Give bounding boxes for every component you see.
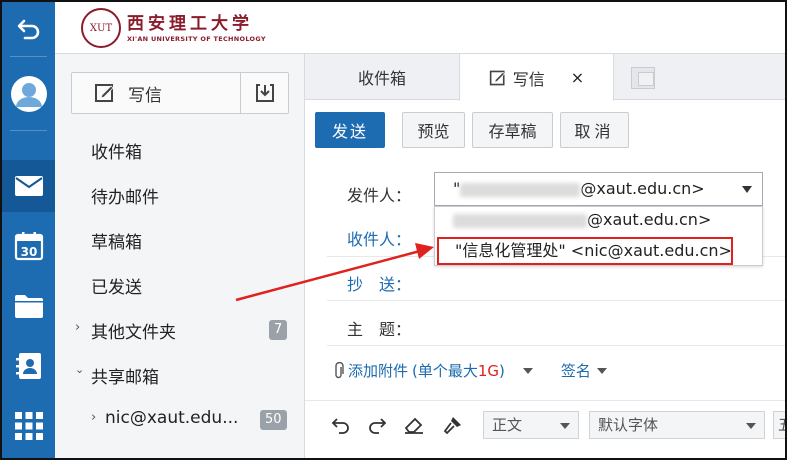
folder-inbox[interactable]: 收件箱 bbox=[91, 138, 142, 163]
preview-button[interactable]: 预览 bbox=[402, 112, 465, 148]
folder-pane: 写信 收件箱 待办邮件 草稿箱 已发送 › 其他文件夹 7 ⌄ 共享邮箱 › n… bbox=[55, 54, 305, 458]
folder-todo[interactable]: 待办邮件 bbox=[91, 183, 159, 208]
paperclip-icon bbox=[335, 361, 344, 378]
contacts-nav-button[interactable] bbox=[2, 340, 55, 392]
redacted-sender bbox=[460, 182, 581, 197]
attachment-limit-prefix: (单个最大 bbox=[412, 362, 478, 380]
edit-icon bbox=[489, 70, 505, 85]
from-select[interactable]: " @xaut.edu.cn> bbox=[434, 172, 763, 206]
folder-shared-nic-count-badge: 50 bbox=[260, 410, 287, 430]
from-option-1[interactable]: @xaut.edu.cn> bbox=[453, 210, 711, 229]
save-draft-button[interactable]: 存草稿 bbox=[472, 112, 553, 148]
contacts-icon bbox=[15, 353, 41, 379]
window-restore-icon[interactable] bbox=[631, 67, 655, 89]
download-icon bbox=[255, 84, 274, 102]
tab-write-label: 写信 bbox=[512, 69, 545, 89]
font-size-value: 五 bbox=[778, 416, 785, 434]
back-arrow-icon bbox=[17, 19, 39, 40]
cc-label[interactable]: 抄 送： bbox=[347, 271, 411, 295]
attachment-options-caret-icon[interactable] bbox=[522, 367, 533, 374]
folder-drafts[interactable]: 草稿箱 bbox=[91, 228, 142, 253]
signature-button[interactable]: 签名 bbox=[561, 360, 591, 381]
logo-text: 西安理工大学 XI'AN UNIVERSITY OF TECHNOLOGY bbox=[127, 13, 266, 44]
rail-divider bbox=[10, 56, 47, 57]
format-painter-icon[interactable] bbox=[441, 415, 463, 435]
mail-window: 30 XUT 西安理工大学 XI'AN UNIVERSITY OF TECHNO… bbox=[0, 0, 787, 460]
folder-icon bbox=[14, 295, 43, 318]
folder-sent[interactable]: 已发送 bbox=[91, 273, 142, 298]
from-label: 发件人： bbox=[347, 186, 412, 205]
cc-divider bbox=[327, 300, 785, 301]
files-nav-button[interactable] bbox=[2, 280, 55, 332]
signature-caret-icon[interactable] bbox=[596, 367, 607, 374]
to-label[interactable]: 收件人： bbox=[347, 226, 411, 250]
folder-other-count-badge: 7 bbox=[269, 320, 288, 340]
subject-label: 主 题： bbox=[347, 320, 412, 339]
add-attachment-link[interactable]: 添加附件 bbox=[348, 360, 408, 381]
logo-chinese-name: 西安理工大学 bbox=[127, 13, 253, 34]
app-rail: 30 bbox=[2, 2, 55, 458]
from-option-2[interactable]: "信息化管理处" <nic@xaut.edu.cn> bbox=[437, 237, 733, 265]
chevron-down-icon[interactable]: ⌄ bbox=[75, 363, 84, 376]
folder-other[interactable]: 其他文件夹 bbox=[91, 318, 176, 343]
envelope-icon bbox=[14, 176, 43, 196]
rail-divider bbox=[10, 130, 47, 131]
avatar-icon bbox=[10, 76, 47, 112]
font-size-select[interactable]: 五 bbox=[773, 411, 785, 439]
attachment-row: 添加附件 (单个最大 1G) 签名 bbox=[333, 360, 607, 381]
tab-inbox[interactable]: 收件箱 bbox=[305, 54, 459, 100]
university-seal-icon: XUT bbox=[81, 8, 121, 48]
calendar-day: 30 bbox=[20, 245, 37, 259]
compose-pane: 收件箱 写信 × 发送 预览 存草稿 取消 发件人： 收件人： 抄 送： 主 题… bbox=[305, 54, 785, 458]
redo-icon[interactable] bbox=[367, 415, 387, 435]
university-logo: XUT 西安理工大学 XI'AN UNIVERSITY OF TECHNOLOG… bbox=[81, 8, 266, 48]
caret-down-icon bbox=[560, 423, 570, 429]
close-icon[interactable]: × bbox=[571, 68, 584, 87]
tab-bar: 收件箱 写信 × bbox=[305, 54, 785, 101]
compose-label: 写信 bbox=[128, 85, 162, 106]
chevron-right-icon[interactable]: › bbox=[91, 410, 96, 425]
attachment-limit-suffix: ) bbox=[499, 361, 505, 380]
cancel-button[interactable]: 取消 bbox=[560, 112, 629, 148]
chevron-right-icon[interactable]: › bbox=[75, 320, 80, 335]
undo-icon[interactable] bbox=[331, 415, 351, 435]
logo-english-name: XI'AN UNIVERSITY OF TECHNOLOGY bbox=[127, 34, 266, 43]
apps-nav-button[interactable] bbox=[2, 400, 55, 452]
send-button[interactable]: 发送 bbox=[315, 112, 385, 148]
mail-nav-button[interactable] bbox=[2, 160, 55, 212]
compose-button-group: 写信 bbox=[71, 72, 289, 114]
from-value-prefix: " bbox=[453, 179, 461, 198]
font-select[interactable]: 默认字体 bbox=[589, 411, 765, 439]
seal-text: XUT bbox=[89, 22, 113, 34]
tab-write[interactable]: 写信 × bbox=[459, 54, 614, 101]
caret-down-icon bbox=[742, 186, 752, 193]
editor-toolbar: 正文 默认字体 五 bbox=[305, 400, 785, 458]
attachment-limit-value: 1G bbox=[477, 361, 500, 380]
calendar-icon: 30 bbox=[14, 232, 43, 261]
back-button[interactable] bbox=[2, 6, 55, 52]
profile-button[interactable] bbox=[2, 64, 55, 124]
from-value: " @xaut.edu.cn> bbox=[453, 179, 705, 198]
from-dropdown: @xaut.edu.cn> "信息化管理处" <nic@xaut.edu.cn> bbox=[434, 206, 763, 266]
subject-divider bbox=[327, 345, 785, 346]
header-bar: XUT 西安理工大学 XI'AN UNIVERSITY OF TECHNOLOG… bbox=[55, 2, 785, 54]
caret-down-icon bbox=[746, 423, 756, 429]
edit-icon bbox=[95, 84, 114, 102]
paragraph-style-value: 正文 bbox=[492, 416, 523, 434]
calendar-nav-button[interactable]: 30 bbox=[2, 220, 55, 272]
from-option-1-suffix: @xaut.edu.cn> bbox=[587, 210, 712, 229]
redacted-sender bbox=[453, 213, 587, 228]
eraser-icon[interactable] bbox=[403, 415, 425, 435]
import-mail-button[interactable] bbox=[240, 73, 288, 113]
from-value-suffix: @xaut.edu.cn> bbox=[580, 179, 705, 198]
grid-icon bbox=[14, 412, 43, 440]
font-value: 默认字体 bbox=[598, 416, 659, 434]
tab-inbox-label: 收件箱 bbox=[357, 69, 406, 88]
folder-shared[interactable]: 共享邮箱 bbox=[91, 363, 159, 388]
compose-button[interactable]: 写信 bbox=[72, 73, 240, 113]
paragraph-style-select[interactable]: 正文 bbox=[483, 411, 579, 439]
folder-shared-nic[interactable]: nic@xaut.edu... bbox=[105, 408, 238, 428]
